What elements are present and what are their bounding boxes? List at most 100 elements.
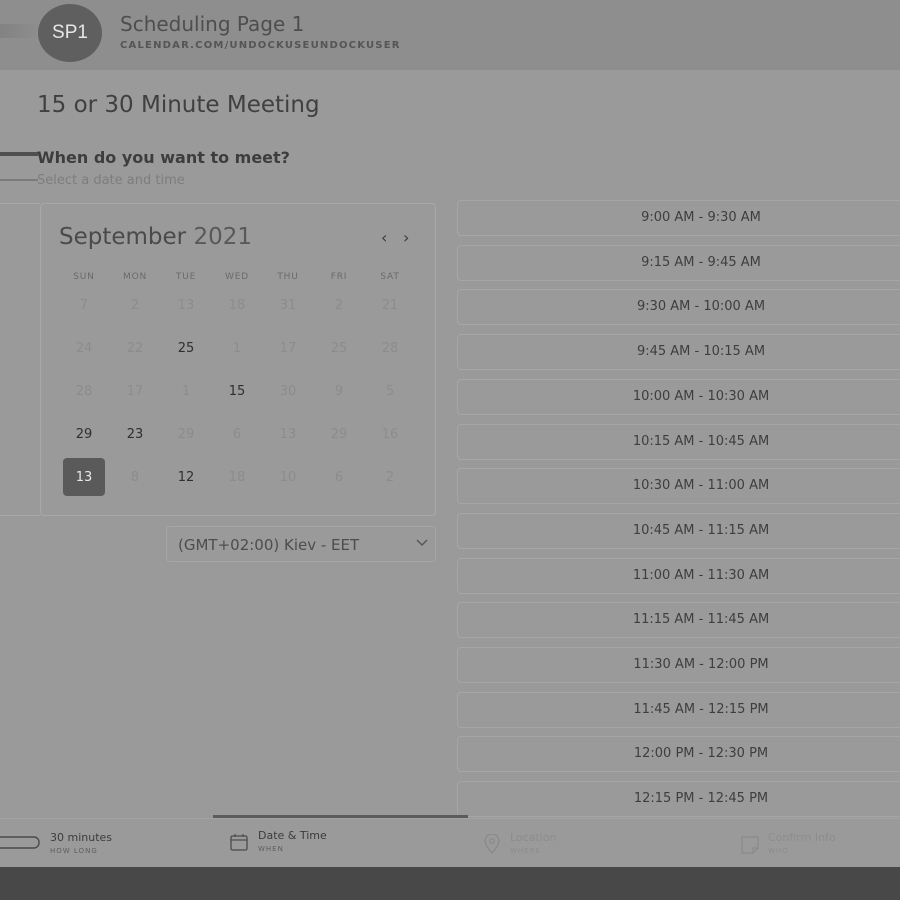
date-picker-calendar: September 2021 ‹ › SUN MON TUE WED THU FRI SAT… [40,203,436,516]
meeting-title: 15 or 30 Minute Meeting [37,92,320,118]
scheduling-page-name: Scheduling Page 1 [120,12,305,36]
time-slot-button[interactable]: 12:00 PM - 12:30 PM [457,736,900,773]
time-slot-button[interactable]: 10:45 AM - 11:15 AM [457,512,900,549]
calendar-day: 22 [126,340,144,356]
time-slot-label: 11:30 AM - 12:00 PM [633,657,769,672]
calendar-day: 2 [385,469,395,485]
time-slot-label: 9:00 AM - 9:30 AM [641,210,761,225]
weekday-label: TUE [175,272,197,282]
calendar-day[interactable]: 25 [165,329,207,367]
time-slot-button[interactable]: 9:00 AM - 9:30 AM [457,200,900,236]
question-subtitle: Select a date and time [37,173,185,188]
step-location-caption: WHERE [510,847,541,855]
avatar: SP1 [38,4,102,62]
calendar-day: 21 [381,297,399,313]
chevron-left-icon[interactable]: ‹ [381,228,387,247]
weekday-label: SUN [73,272,95,282]
calendar-day: 17 [279,340,297,356]
question-heading: When do you want to meet? [37,148,290,167]
time-slot-label: 10:30 AM - 11:00 AM [632,478,770,494]
time-slot-label: 9:45 AM - 10:15 AM [636,344,766,360]
time-slot-button[interactable]: 11:30 AM - 12:00 PM [457,647,900,683]
weekday-label: FRI [330,272,348,282]
calendar-day[interactable]: 12 [165,458,207,496]
question-accent-bar [0,152,38,156]
calendar-icon [229,832,249,856]
calendar-day: 8 [130,469,140,485]
calendar-day: 9 [334,383,344,399]
calendar-year: 2021 [193,224,252,250]
dark-footer-strip [0,867,900,900]
step-confirm-info[interactable]: Confirm Info WHO [768,831,836,855]
subtitle-accent-bar [0,179,38,181]
time-slot-button[interactable]: 11:00 AM - 11:30 AM [457,557,900,594]
calendar-day: 10 [279,469,297,485]
location-pin-icon [483,833,501,858]
note-icon [740,835,760,859]
weekday-label: MON [123,272,147,282]
step-date-time[interactable]: Date & Time WHEN [258,829,327,853]
header-ghost-strip [0,24,40,38]
calendar-day: 18 [228,469,246,485]
time-slot-button[interactable]: 10:30 AM - 11:00 AM [457,468,900,505]
scheduling-page-url[interactable]: CALENDAR.COM/UNDOCKUSEUNDOCKUSER [120,40,401,51]
calendar-day: 5 [385,383,395,399]
time-slot-button[interactable]: 11:15 AM - 11:45 AM [457,602,900,639]
time-slot-label: 11:15 AM - 11:45 AM [632,612,770,628]
calendar-day: 16 [381,426,399,442]
step-confirm-info-caption: WHO [768,847,789,855]
time-slot-button[interactable]: 9:30 AM - 10:00 AM [457,289,900,326]
booking-steps-bar: 30 minutes HOW LONG Date & Time WHEN Loc… [0,818,900,867]
calendar-day: 25 [330,340,348,356]
time-slot-label: 10:45 AM - 11:15 AM [632,522,770,538]
chevron-down-icon [415,535,429,553]
step-location[interactable]: Location WHERE [510,831,557,855]
calendar-month: September [59,224,187,250]
time-slot-label: 11:00 AM - 11:30 AM [632,567,770,583]
time-slot-button[interactable]: 9:45 AM - 10:15 AM [457,334,900,371]
time-slot-button[interactable]: 10:15 AM - 10:45 AM [457,423,900,460]
calendar-day-selected[interactable]: 13 [63,458,105,496]
step-duration-label: 30 minutes [50,831,113,844]
step-duration[interactable]: 30 minutes HOW LONG [50,831,112,855]
calendar-day: 1 [232,340,242,356]
time-slot-label: 10:15 AM - 10:45 AM [632,433,770,449]
calendar-day: 30 [279,383,297,399]
calendar-day: 13 [279,426,297,442]
calendar-day: 29 [330,426,348,442]
step-date-time-label: Date & Time [258,829,327,842]
time-slot-label: 9:15 AM - 9:45 AM [641,254,761,270]
calendar-day: 2 [334,297,344,313]
weekday-label: THU [277,272,299,282]
time-slot-label: 11:45 AM - 12:15 PM [633,701,769,717]
calendar-day: 7 [79,297,89,313]
step-location-label: Location [510,831,557,844]
time-slot-button[interactable]: 9:15 AM - 9:45 AM [457,244,900,281]
calendar-left-edge [0,203,40,516]
time-slot-button[interactable]: 12:15 PM - 12:45 PM [457,781,900,818]
calendar-day: 31 [279,297,297,313]
scheduling-header: SP1 Scheduling Page 1 CALENDAR.COM/UNDOC… [0,0,900,70]
calendar-day[interactable]: 29 [63,415,105,453]
duration-icon [0,834,42,854]
calendar-day: 29 [177,426,195,442]
calendar-day: 13 [177,297,195,313]
time-slot-button[interactable]: 11:45 AM - 12:15 PM [457,691,900,728]
weekday-label: WED [225,272,249,282]
calendar-day: 6 [232,426,242,442]
step-date-time-caption: WHEN [258,845,284,853]
step-duration-caption: HOW LONG [50,847,98,855]
time-slot-label: 12:00 PM - 12:30 PM [633,746,769,762]
time-slot-label: 10:00 AM - 10:30 AM [632,388,770,404]
time-slot-button[interactable]: 10:00 AM - 10:30 AM [457,378,900,415]
step-confirm-info-label: Confirm Info [768,831,836,844]
calendar-day: 18 [228,297,246,313]
timezone-label: (GMT+02:00) Kiev - EET [178,536,360,554]
calendar-day[interactable]: 23 [114,415,156,453]
calendar-month-year: September 2021 [59,224,252,250]
calendar-day: 1 [181,383,191,399]
chevron-right-icon[interactable]: › [403,228,409,247]
timezone-select[interactable]: (GMT+02:00) Kiev - EET [166,526,436,562]
calendar-day[interactable]: 15 [216,372,258,410]
calendar-day: 2 [130,297,140,313]
